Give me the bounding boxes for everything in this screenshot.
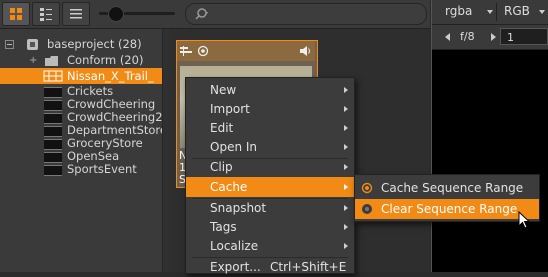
menu-item-clip[interactable]: Clip xyxy=(186,157,354,177)
submenu-arrow-icon xyxy=(344,144,348,150)
bin-folder-icon xyxy=(45,56,58,66)
submenu-arrow-icon xyxy=(344,184,348,190)
cache-icon xyxy=(361,182,373,194)
list-view-button[interactable] xyxy=(62,2,90,26)
detail-view-icon xyxy=(40,8,52,21)
menu-item-new[interactable]: New xyxy=(186,80,354,100)
submenu-arrow-icon xyxy=(344,205,348,211)
clear-cache-icon xyxy=(362,204,372,214)
cache-status-icon xyxy=(197,45,209,57)
menu-item-label: Clear Sequence Range xyxy=(381,202,518,216)
detail-view-button[interactable] xyxy=(32,2,60,26)
tree-row-root[interactable]: baseproject (28) xyxy=(0,37,162,52)
chevron-down-icon[interactable] xyxy=(539,10,545,14)
menu-item-label: Clip xyxy=(210,160,233,174)
menu-item-label: New xyxy=(210,83,237,97)
menu-item-label: Import xyxy=(210,102,250,116)
tree-item-label: SportsEvent xyxy=(67,162,137,176)
menu-item-label: Cache xyxy=(210,180,248,194)
sequence-icon xyxy=(180,46,192,56)
list-view-icon xyxy=(70,9,82,19)
divider xyxy=(496,3,497,21)
submenu-arrow-icon xyxy=(344,106,348,112)
menu-item-label: Snapshot xyxy=(210,201,267,215)
menu-item-label: Export... xyxy=(210,260,261,274)
speaker-icon xyxy=(300,46,310,56)
chevron-left-icon[interactable] xyxy=(445,33,450,41)
menu-item-cache[interactable]: Cache xyxy=(186,177,354,197)
menu-item-open-in[interactable]: Open In xyxy=(186,137,354,157)
grid-view-icon xyxy=(10,8,22,20)
menu-item-localize[interactable]: Localize xyxy=(186,236,354,256)
slider-handle[interactable] xyxy=(108,6,124,22)
menu-item-label: Localize xyxy=(210,239,259,253)
collapse-toggle-icon[interactable] xyxy=(5,40,14,49)
cache-submenu: Cache Sequence Range Clear Sequence Rang… xyxy=(354,174,540,222)
viewer-toolbar: rgba RGB xyxy=(432,0,548,25)
menu-item-snapshot[interactable]: Snapshot xyxy=(186,198,354,218)
channel-selector[interactable]: rgba xyxy=(445,4,472,18)
menu-item-tags[interactable]: Tags xyxy=(186,217,354,237)
menu-item-label: Open In xyxy=(210,140,258,154)
sequence-icon xyxy=(43,70,63,82)
audio-clip-icon xyxy=(44,165,62,176)
menu-shortcut: Ctrl+Shift+E xyxy=(270,260,347,274)
project-icon xyxy=(27,39,38,50)
colorspace-selector[interactable]: RGB xyxy=(504,4,530,18)
tree-row-clip[interactable]: SportsEvent xyxy=(0,162,162,177)
bin-toolbar xyxy=(0,0,430,29)
submenu-arrow-icon xyxy=(344,125,348,131)
context-menu: New Import Edit Open In Clip Cache Snaps… xyxy=(185,77,355,274)
project-tree: baseproject (28) + Conform (20) Nissan_X… xyxy=(0,29,167,272)
tree-item-label: Nissan_X_Trail_ xyxy=(67,69,154,83)
menu-item-edit[interactable]: Edit xyxy=(186,118,354,138)
mouse-cursor-icon xyxy=(518,211,531,229)
chevron-right-icon[interactable] xyxy=(491,33,496,41)
menu-item-label: Edit xyxy=(210,121,234,135)
tree-scrollbar[interactable] xyxy=(162,29,171,272)
tree-row-sequence[interactable]: Nissan_X_Trail_ xyxy=(0,68,162,84)
menu-item-label: Tags xyxy=(210,220,237,234)
submenu-arrow-icon xyxy=(344,87,348,93)
menu-item-import[interactable]: Import xyxy=(186,99,354,119)
tree-row-folder[interactable]: + Conform (20) xyxy=(0,53,162,68)
menu-item-clear-sequence-range[interactable]: Clear Sequence Range xyxy=(355,199,539,219)
submenu-arrow-icon xyxy=(344,224,348,230)
fstop-value[interactable]: f/8 xyxy=(460,30,475,43)
clip-card-header xyxy=(177,41,315,61)
submenu-arrow-icon xyxy=(344,164,348,170)
menu-item-label: Cache Sequence Range xyxy=(381,181,524,195)
submenu-arrow-icon xyxy=(344,243,348,249)
menu-item-cache-sequence-range[interactable]: Cache Sequence Range xyxy=(355,178,539,198)
search-input[interactable] xyxy=(185,3,427,25)
menu-item-export[interactable]: Export... Ctrl+Shift+E xyxy=(186,257,354,277)
tree-item-label: Conform (20) xyxy=(67,53,144,67)
expand-toggle-icon[interactable]: + xyxy=(29,56,37,66)
frame-input[interactable]: 1 xyxy=(500,28,548,45)
grid-view-button[interactable] xyxy=(2,2,30,26)
search-icon xyxy=(195,8,208,20)
tree-item-label: baseproject (28) xyxy=(47,37,142,51)
chevron-down-icon[interactable] xyxy=(487,10,493,14)
